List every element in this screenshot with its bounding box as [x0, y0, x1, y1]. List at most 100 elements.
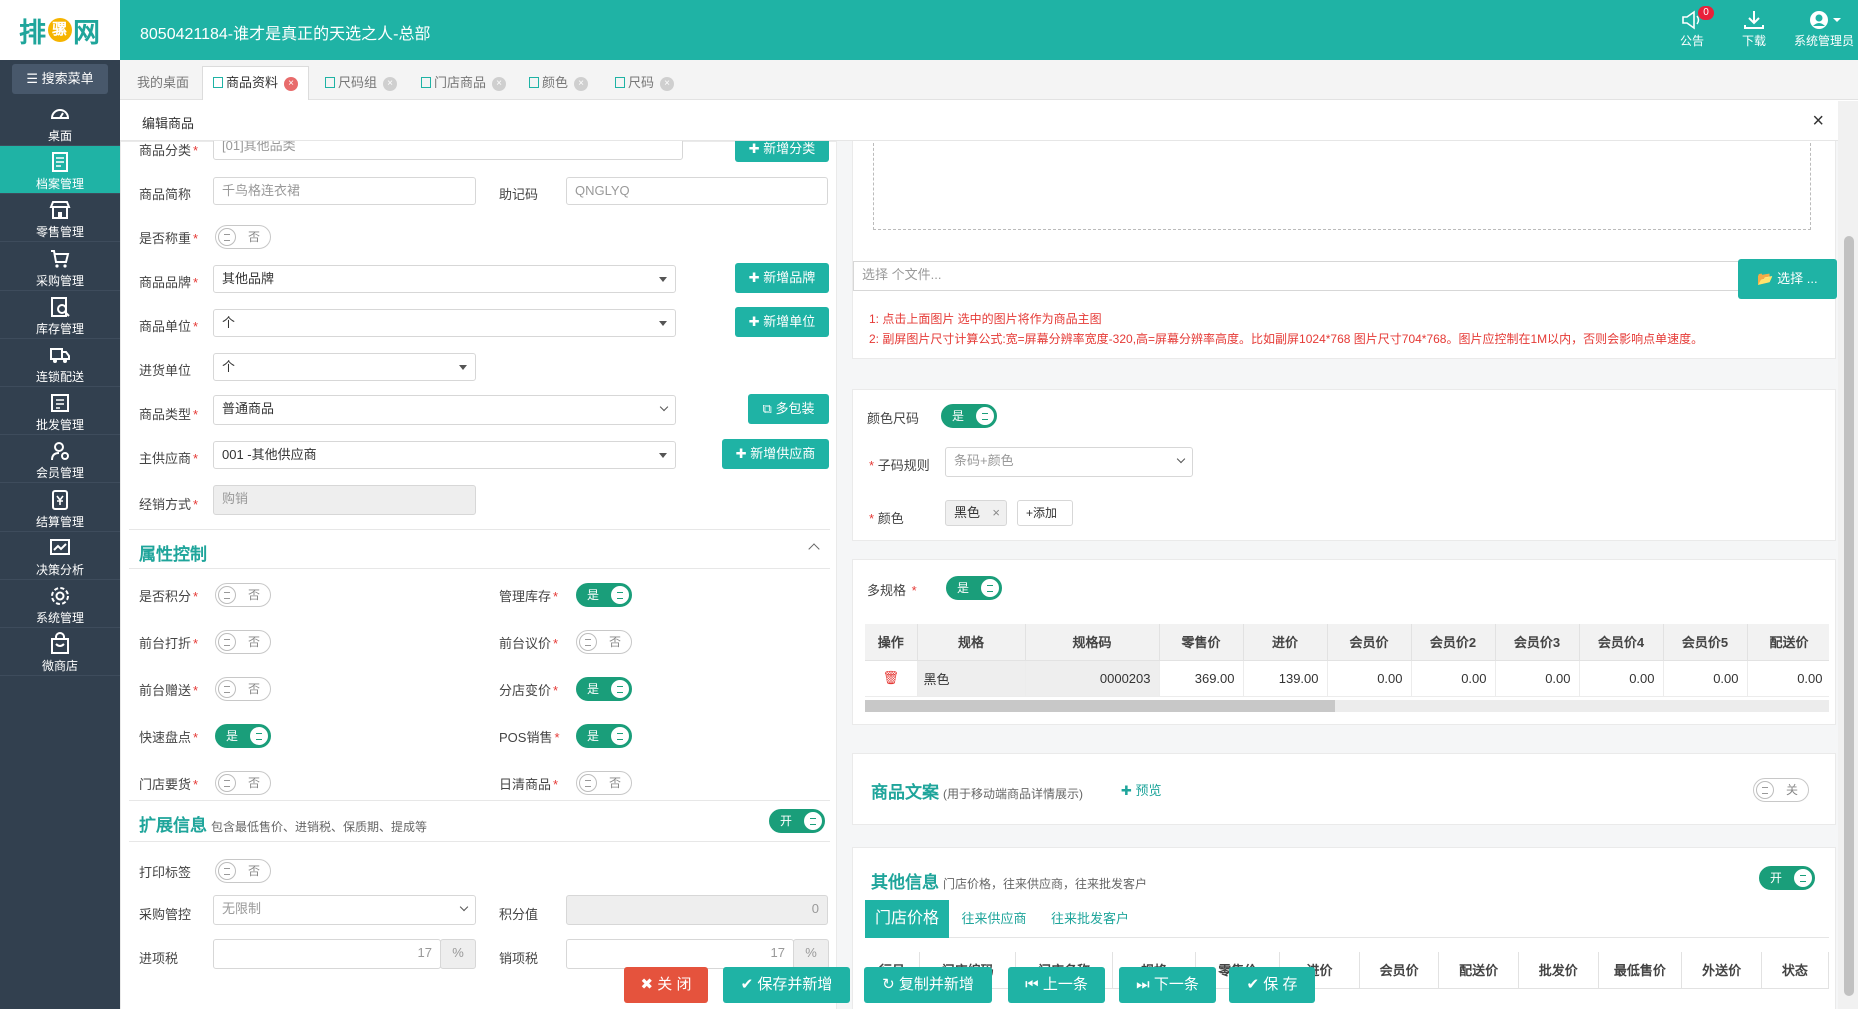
table-cell[interactable]: 369.00 [1159, 660, 1244, 697]
preview-link[interactable]: ✚ 预览 [1121, 780, 1162, 799]
table-cell[interactable]: 0.00 [1579, 660, 1664, 697]
add-unit-button[interactable]: ✚ 新增单位 [735, 307, 829, 337]
attr-toggle[interactable]: 是 [576, 583, 632, 607]
delete-icon[interactable]: 🗑 [865, 660, 918, 697]
table-cell[interactable]: 0.00 [1411, 660, 1496, 697]
close-icon[interactable]: × [574, 76, 589, 91]
next-button[interactable]: ⏭ 下一条 [1119, 967, 1216, 1003]
dialog-close-button[interactable]: × [1812, 110, 1824, 133]
attr-toggle[interactable]: 否 [576, 771, 632, 795]
tab-store-goods[interactable]: 门店商品 × [410, 66, 517, 100]
supplier-select[interactable]: 001 -其他供应商 [213, 441, 676, 469]
attr-toggle[interactable]: 是 [576, 724, 632, 748]
table-cell[interactable]: 0.00 [1495, 660, 1580, 697]
save-and-add-button[interactable]: ✔ 保存并新增 [723, 967, 850, 1003]
add-color-button[interactable]: +添加 [1017, 500, 1073, 526]
chevron-up-icon[interactable] [808, 543, 820, 555]
close-icon[interactable]: × [383, 76, 398, 91]
sidebar-item-store[interactable]: 零售管理 [0, 194, 120, 243]
ext-section-title: 扩展信息 包含最低售价、进销税、保质期、提成等 [139, 816, 428, 835]
column-header: 批发价 [1518, 952, 1599, 989]
sidebar-item-member[interactable]: 会员管理 [0, 435, 120, 484]
notice-button[interactable]: 0 公告 [1680, 6, 1715, 49]
multi-spec-toggle[interactable]: 是 [946, 576, 1002, 600]
sidebar-item-gear[interactable]: 系统管理 [0, 580, 120, 628]
sidebar-item-settlement[interactable]: 结算管理 [0, 484, 120, 532]
copy-toggle[interactable]: 关 [1753, 778, 1809, 802]
tab-size[interactable]: 尺码 × [604, 66, 685, 100]
multi-pack-button[interactable]: ⧉ 多包装 [748, 394, 829, 424]
attr-section-header[interactable]: 属性控制 [129, 529, 830, 569]
attr-toggle[interactable]: 否 [576, 630, 632, 654]
tab-store-price[interactable]: 门店价格 [865, 900, 949, 938]
color-tag[interactable]: 黑色 × [945, 500, 1007, 526]
sidebar-item-archive[interactable]: 档案管理 [0, 146, 120, 195]
table-cell[interactable]: 0.00 [1747, 660, 1829, 697]
prev-button[interactable]: ⏮ 上一条 [1008, 967, 1105, 1003]
choose-file-button[interactable]: 📂 选择 ... [1738, 259, 1837, 299]
attr-toggle[interactable]: 是 [215, 724, 271, 748]
sub-code-rule-select[interactable]: 条码+颜色 [945, 447, 1193, 477]
print-toggle[interactable]: 否 [215, 859, 271, 883]
sidebar-item-chart[interactable]: 决策分析 [0, 532, 120, 580]
type-select[interactable]: 普通商品 [213, 395, 676, 425]
attr-toggle[interactable]: 否 [215, 583, 271, 607]
sidebar-item-truck[interactable]: 连锁配送 [0, 339, 120, 387]
mnemonic-input[interactable]: QNGLYQ [566, 177, 828, 205]
table-cell[interactable]: 139.00 [1243, 660, 1328, 697]
tab-desktop[interactable]: 我的桌面 [126, 66, 200, 100]
category-select[interactable]: [01]其他品类 [213, 141, 683, 160]
table-cell[interactable]: 0.00 [1663, 660, 1748, 697]
table-scrollbar[interactable] [865, 700, 1829, 712]
sidebar-item-dashboard[interactable]: 桌面 [0, 98, 120, 146]
close-icon[interactable]: × [284, 76, 299, 91]
search-menu-button[interactable]: ☰ 搜索菜单 [12, 64, 108, 94]
brand-select[interactable]: 其他品牌 [213, 265, 676, 293]
other-section-title: 其他信息 门店价格，往来供应商，往来批发客户 [871, 873, 1148, 892]
ext-toggle[interactable]: 开 [769, 809, 825, 833]
sidebar-item-wholesale[interactable]: 批发管理 [0, 387, 120, 436]
sidebar-item-shop-bag[interactable]: 微商店 [0, 628, 120, 677]
add-category-button[interactable]: ✚ 新增分类 [735, 141, 829, 162]
attr-toggle[interactable]: 否 [215, 630, 271, 654]
close-button[interactable]: ✖ 关 闭 [624, 967, 708, 1003]
attr-toggle[interactable]: 否 [215, 677, 271, 701]
user-menu[interactable]: 系统管理员 [1794, 10, 1854, 49]
copy-and-add-button[interactable]: ↻ 复制并新增 [864, 967, 992, 1003]
purchase-unit-select[interactable]: 个 [213, 353, 476, 381]
out-tax-input[interactable]: 17 [566, 939, 794, 969]
short-name-input[interactable]: 千鸟格连衣裙 [213, 177, 476, 205]
add-brand-button[interactable]: ✚ 新增品牌 [735, 263, 829, 293]
image-dropzone[interactable] [873, 141, 1811, 230]
page-scrollbar-thumb[interactable] [1844, 236, 1854, 996]
add-supplier-button[interactable]: ✚ 新增供应商 [722, 439, 829, 469]
attr-toggle[interactable]: 是 [576, 677, 632, 701]
tab-goods[interactable]: 商品资料 × [202, 66, 310, 100]
tab-wholesale-clients[interactable]: 往来批发客户 [1041, 900, 1139, 938]
table-cell[interactable]: 0.00 [1327, 660, 1412, 697]
purchase-ctrl-select[interactable]: 无限制 [213, 895, 476, 925]
download-button[interactable]: 下载 [1742, 10, 1766, 49]
tab-size-group[interactable]: 尺码组 × [314, 66, 408, 100]
save-button[interactable]: ✔ 保 存 [1229, 967, 1315, 1003]
tab-color[interactable]: 颜色 × [518, 66, 599, 100]
caret-down-icon [459, 365, 467, 370]
caret-down-icon [659, 453, 667, 458]
sidebar-item-cart[interactable]: 采购管理 [0, 243, 120, 291]
weigh-toggle[interactable]: 否 [215, 225, 271, 249]
logo[interactable]: 排骡网 [0, 0, 120, 60]
file-input[interactable]: 选择 个文件... [853, 261, 1741, 291]
column-header: 操作 [865, 624, 918, 661]
sidebar-item-label: 零售管理 [35, 225, 84, 240]
column-header: 状态 [1761, 952, 1830, 989]
other-toggle[interactable]: 开 [1759, 866, 1815, 890]
close-icon[interactable]: × [492, 76, 507, 91]
close-icon[interactable]: × [660, 76, 675, 91]
in-tax-input[interactable]: 17 [213, 939, 441, 969]
attr-toggle[interactable]: 否 [215, 771, 271, 795]
sidebar-item-inventory[interactable]: 库存管理 [0, 291, 120, 339]
color-size-toggle[interactable]: 是 [941, 404, 997, 428]
unit-select[interactable]: 个 [213, 309, 676, 337]
close-icon[interactable]: × [992, 501, 1000, 525]
tab-suppliers[interactable]: 往来供应商 [951, 900, 1037, 938]
